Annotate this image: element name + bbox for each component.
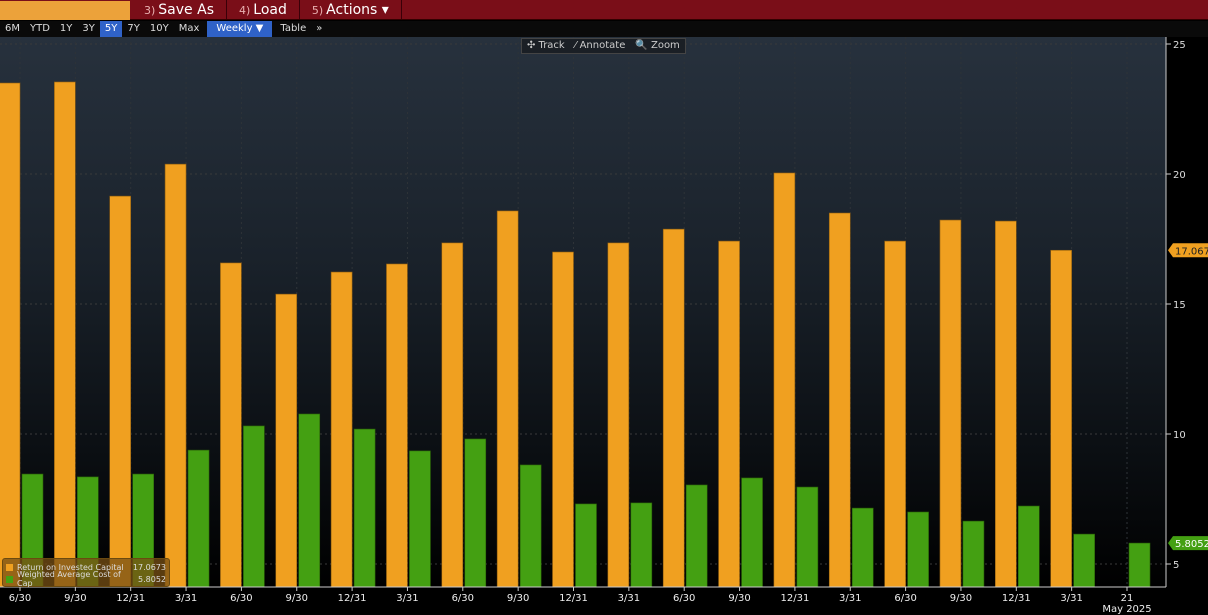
wacc-bar bbox=[1073, 533, 1095, 588]
zoom-button[interactable]: 🔍 Zoom bbox=[630, 39, 684, 53]
wacc-bar bbox=[907, 511, 929, 588]
roic-bar bbox=[386, 263, 408, 588]
wacc-bar bbox=[353, 428, 376, 588]
wacc-bar bbox=[1128, 542, 1151, 588]
y-tick-label: 10 bbox=[1173, 430, 1186, 441]
x-tick-label: 12/31 bbox=[1002, 593, 1031, 604]
x-tick-label: 6/30 bbox=[9, 593, 31, 604]
roic-bar bbox=[828, 212, 851, 588]
roic-bar bbox=[662, 228, 685, 588]
roic-bar bbox=[496, 210, 519, 588]
x-tick-label: 9/30 bbox=[950, 593, 972, 604]
wacc-bar bbox=[851, 507, 874, 588]
wacc-bar bbox=[464, 438, 487, 588]
x-tick-label: 3/31 bbox=[839, 593, 861, 604]
y-tick-label: 5 bbox=[1173, 560, 1179, 571]
roic-bar bbox=[939, 219, 962, 588]
x-tick-label: 12/31 bbox=[780, 593, 809, 604]
x-tick-label: 3/31 bbox=[1060, 593, 1082, 604]
x-tick-label: 3/31 bbox=[396, 593, 418, 604]
roic-bar bbox=[275, 293, 298, 588]
wacc-bar bbox=[187, 449, 210, 588]
x-tick-label: 3/31 bbox=[618, 593, 640, 604]
bar-chart: 5 10 15 20 25 6/30 9/30 12/31 3/31 6/30 9/30 12/31 3… bbox=[0, 37, 1208, 615]
legend-value: 5.8052 bbox=[138, 574, 166, 584]
x-tick-label: 9/30 bbox=[507, 593, 529, 604]
x-tick-label: 9/30 bbox=[728, 593, 750, 604]
roic-bar bbox=[884, 240, 906, 588]
y-tick-label: 20 bbox=[1173, 170, 1186, 181]
last-value-label: 5.8052 bbox=[1175, 539, 1208, 550]
wacc-bar bbox=[298, 413, 321, 588]
x-tick-label: 9/30 bbox=[64, 593, 86, 604]
wacc-bar bbox=[1017, 505, 1040, 588]
legend-label: Weighted Average Cost of Cap bbox=[17, 570, 121, 588]
roic-swatch bbox=[6, 563, 13, 571]
wacc-bar bbox=[575, 503, 597, 588]
x-tick-label: 6/30 bbox=[452, 593, 474, 604]
wacc-bar bbox=[741, 477, 763, 588]
roic-bar bbox=[441, 242, 464, 588]
x-tick-label: 12/31 bbox=[559, 593, 588, 604]
roic-bar bbox=[607, 242, 630, 588]
x-tick-label: 6/30 bbox=[894, 593, 916, 604]
y-tick-label: 25 bbox=[1173, 40, 1186, 51]
wacc-swatch bbox=[6, 575, 13, 583]
legend-item-wacc[interactable]: Weighted Average Cost of Cap 5.8052 bbox=[6, 570, 166, 588]
x-tick-label: 12/31 bbox=[338, 593, 367, 604]
roic-bar bbox=[994, 220, 1017, 588]
legend: Return on Invested Capital 17.0673 Weight… bbox=[2, 558, 170, 588]
x-tick-label: 6/30 bbox=[673, 593, 695, 604]
x-tick-label: 6/30 bbox=[230, 593, 252, 604]
wacc-bar bbox=[243, 425, 265, 588]
wacc-bar bbox=[519, 464, 542, 588]
x-sublabel: May 2025 bbox=[1102, 604, 1151, 615]
wacc-bar bbox=[962, 520, 985, 588]
roic-bar bbox=[718, 240, 740, 588]
annotate-button[interactable]: ⁄ Annotate bbox=[570, 39, 631, 53]
y-tick-label: 15 bbox=[1173, 300, 1186, 311]
track-button[interactable]: ✣ Track bbox=[522, 39, 570, 53]
x-tick-label: 21 bbox=[1121, 593, 1134, 604]
roic-bar bbox=[164, 163, 187, 588]
x-tick-label: 9/30 bbox=[286, 593, 308, 604]
roic-bar bbox=[54, 81, 76, 588]
roic-bar bbox=[330, 271, 353, 588]
last-value-label: 17.0673 bbox=[1175, 246, 1208, 257]
wacc-bar bbox=[685, 484, 708, 588]
x-tick-label: 12/31 bbox=[116, 593, 145, 604]
wacc-bar bbox=[630, 502, 653, 588]
wacc-bar bbox=[796, 486, 819, 588]
roic-bar bbox=[1050, 249, 1072, 588]
wacc-bar bbox=[409, 450, 431, 588]
roic-bar bbox=[0, 82, 21, 588]
chart-tools: ✣ Track ⁄ Annotate 🔍 Zoom bbox=[521, 38, 686, 54]
roic-bar bbox=[552, 251, 574, 588]
roic-bar bbox=[220, 262, 242, 588]
roic-bar bbox=[109, 195, 131, 588]
x-tick-label: 3/31 bbox=[175, 593, 197, 604]
roic-bar bbox=[773, 172, 796, 588]
